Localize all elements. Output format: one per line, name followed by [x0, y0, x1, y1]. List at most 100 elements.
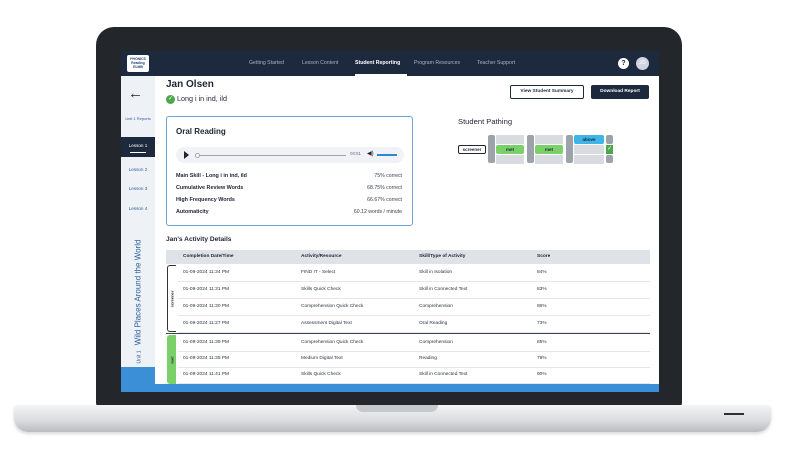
cell-date: 01-09-2024 11:30 PM [183, 304, 230, 309]
cell-score: 90% [537, 372, 547, 377]
laptop-base [14, 405, 771, 432]
path-cell [535, 135, 563, 144]
metric-value: 60.12 words / minute [353, 209, 402, 215]
nav-getting-started[interactable]: Getting Started [249, 60, 284, 66]
skill-name: Long i in ind, ild [177, 94, 227, 103]
column-header[interactable]: Activity/Resource [301, 254, 342, 259]
lesson-sidebar: ← Unit 1 Reports Lesson 1 Lesson 2 Lesso… [121, 76, 155, 392]
audio-player: 00:51 ◀) [176, 147, 404, 163]
unit-name: Wild Places Around the World [133, 239, 143, 346]
column-header[interactable]: Completion Date/Time [183, 254, 234, 259]
cell-activity: Comprehension Quick Check [301, 340, 364, 345]
activity-table-header: Completion Date/Time Activity/Resource S… [166, 250, 650, 264]
cell-skill: Skill in Isolation [419, 270, 453, 275]
download-report-button[interactable]: Download Report [591, 85, 649, 99]
table-row[interactable]: 01-09-2024 11:30 PM Comprehension Quick … [178, 299, 650, 316]
table-row[interactable]: 01-09-2024 11:35 PM Medium Digital Text … [178, 351, 650, 368]
cell-date: 01-09-2024 11:39 PM [183, 340, 230, 345]
sidebar-bottom-band [121, 367, 155, 392]
path-divider [527, 135, 534, 163]
table-row[interactable]: 01-09-2024 11:31 PM Skills Quick Check S… [178, 282, 650, 299]
cell-score: 85% [537, 340, 547, 345]
metric-label: Cumulative Review Words [176, 185, 244, 191]
column-header[interactable]: Skill/Type of Activity [419, 254, 465, 259]
cell-score: 73% [537, 321, 547, 326]
unit-reports-link[interactable]: Unit 1 Reports [121, 116, 155, 121]
bottom-scroll-band [155, 384, 659, 392]
table-row[interactable]: 01-09-2024 11:27 PM Assessment Digital T… [178, 316, 650, 333]
status-led [724, 413, 744, 415]
cell-date: 01-09-2024 11:31 PM [183, 287, 230, 292]
sidebar-item-lesson-4[interactable]: Lesson 4 [121, 206, 155, 211]
sidebar-item-lesson-1[interactable]: Lesson 1 [121, 137, 155, 157]
metric-label: Automaticity [176, 209, 209, 215]
cell-activity: Comprehension Quick Check [301, 304, 364, 309]
nav-student-reporting[interactable]: Student Reporting [355, 60, 400, 66]
cell-skill: Comprehension [419, 304, 453, 309]
top-navigation: PHONICS Reading ELMB Getting Started Les… [121, 51, 659, 76]
pathing-check-icon: ✓ [606, 145, 613, 154]
metric-value: 66.67% correct [367, 197, 402, 203]
nav-teacher-support[interactable]: Teacher Support [477, 60, 515, 66]
cell-skill: Reading [419, 356, 437, 361]
activity-details-title: Jan's Activity Details [166, 236, 232, 243]
brand-logo[interactable]: PHONICS Reading ELMB [127, 55, 149, 72]
volume-icon[interactable]: ◀) [367, 150, 374, 157]
nav-lesson-content[interactable]: Lesson Content [302, 60, 338, 66]
avatar[interactable]: JO [636, 57, 649, 70]
cell-score: 79% [537, 356, 547, 361]
cell-date: 01-09-2024 11:27 PM [183, 321, 230, 326]
column-header[interactable]: Score [537, 254, 550, 259]
path-cell [574, 145, 604, 154]
student-name: Jan Olsen [166, 79, 214, 90]
audio-scrubber-handle[interactable] [195, 152, 200, 158]
table-row[interactable]: 01-09-2024 11:39 PM Comprehension Quick … [178, 335, 650, 352]
audio-progress-track[interactable] [196, 154, 346, 156]
table-row[interactable]: 01-09-2024 11:34 PM FIND IT - Select Ski… [178, 265, 650, 282]
sidebar-item-lesson-3[interactable]: Lesson 3 [121, 186, 155, 191]
cell-activity: Assessment Digital Text [301, 321, 352, 326]
metric-label: Main Skill - Long i in ind, ild [176, 173, 247, 179]
path-cell [574, 155, 604, 164]
trackpad-notch [356, 405, 438, 412]
cell-score: 84% [537, 270, 547, 275]
cell-score: 83% [537, 287, 547, 292]
screener-pill: screener [458, 145, 486, 154]
unit-number: Unit 1 [136, 350, 143, 364]
met-pill: met [535, 145, 563, 154]
cell-activity: Skills Quick Check [301, 287, 341, 292]
app-screen: PHONICS Reading ELMB Getting Started Les… [121, 51, 659, 392]
cell-skill: Skill in Connected Text [419, 372, 468, 377]
path-divider [606, 155, 613, 163]
cell-date: 01-09-2024 11:35 PM [183, 356, 230, 361]
oral-reading-card: Oral Reading 00:51 ◀) Main Skill - Long … [166, 116, 413, 226]
cell-activity: FIND IT - Select [301, 270, 336, 275]
cell-activity: Skills Quick Check [301, 372, 341, 377]
back-arrow-icon[interactable]: ← [128, 86, 143, 101]
help-icon[interactable]: ? [618, 58, 629, 69]
group-label-met: met [169, 355, 174, 364]
metric-value: 75% correct [374, 173, 402, 179]
volume-slider[interactable] [377, 154, 397, 156]
nav-program-resources[interactable]: Program Resources [414, 60, 460, 66]
sidebar-item-lesson-2[interactable]: Lesson 2 [121, 167, 155, 172]
above-pill: above [574, 135, 604, 144]
student-pathing-title: Student Pathing [458, 117, 513, 126]
audio-time: 00:51 [350, 151, 361, 156]
cell-activity: Medium Digital Text [301, 356, 343, 361]
cell-skill: Oral Reading [419, 321, 448, 326]
path-cell [496, 155, 524, 164]
play-icon[interactable] [184, 151, 189, 159]
table-row[interactable]: 01-09-2024 11:41 PM Skills Quick Check S… [178, 367, 650, 384]
metric-label: High Frequency Words [176, 197, 235, 203]
view-student-summary-button[interactable]: View Student Summary [510, 85, 584, 99]
card-title: Oral Reading [176, 127, 226, 136]
active-nav-underline [355, 74, 407, 76]
path-divider [488, 135, 495, 163]
cell-skill: Skill in Connected Text [419, 287, 468, 292]
met-pill: met [496, 145, 524, 154]
path-cell [496, 135, 524, 144]
path-divider [566, 135, 573, 163]
check-circle-icon: ✓ [166, 94, 175, 104]
unit-title: Unit 1 Wild Places Around the World [134, 240, 143, 364]
